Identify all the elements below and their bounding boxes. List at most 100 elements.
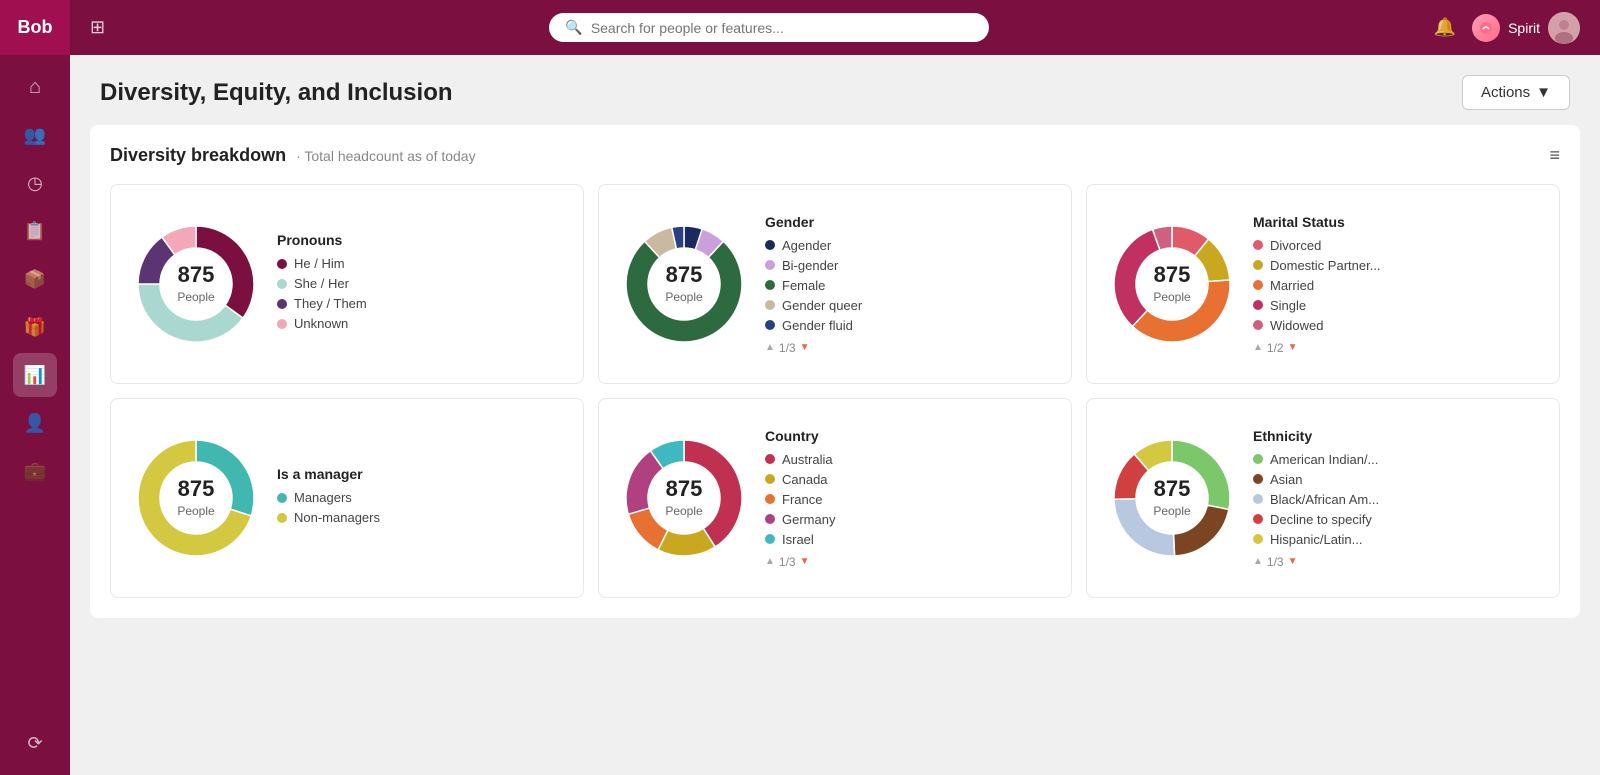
legend-item: Domestic Partner... [1253,258,1539,273]
chart-legend: Marital Status Divorced Domestic Partner… [1253,214,1539,355]
legend-item: He / Him [277,256,563,271]
donut-container: 875 People [131,219,261,349]
legend-item: Single [1253,298,1539,313]
donut-label: People [177,504,214,518]
legend-label: Black/African Am... [1270,492,1379,507]
apps-grid-icon[interactable]: ⊞ [90,17,105,38]
legend-label: Domestic Partner... [1270,258,1381,273]
legend-label: Hispanic/Latin... [1270,532,1363,547]
legend-item: Agender [765,238,1051,253]
chart-card-pronouns: 875 People Pronouns He / Him She / Her T… [110,184,584,384]
legend-label: Single [1270,298,1306,313]
next-page-icon[interactable]: ▼ [1288,342,1298,353]
legend-label: Unknown [294,316,348,331]
filter-icon[interactable]: ≡ [1549,145,1560,166]
donut-number: 875 [665,476,702,502]
pagination-row: ▲ 1/3 ▼ [765,341,1051,355]
legend-dot [765,320,775,330]
legend-item: She / Her [277,276,563,291]
legend-label: American Indian/... [1270,452,1378,467]
donut-center: 875 People [665,262,702,306]
next-page-icon[interactable]: ▼ [800,342,810,353]
sidebar-item-tasks[interactable]: 📦 [13,257,57,301]
donut-container: 875 People [131,433,261,563]
sidebar-item-docs[interactable]: 📋 [13,209,57,253]
pagination-label: 1/3 [779,555,796,569]
legend-dot [765,240,775,250]
legend-label: Bi-gender [782,258,838,273]
donut-container: 875 People [1107,433,1237,563]
legend-label: Female [782,278,825,293]
next-page-icon[interactable]: ▼ [1288,556,1298,567]
next-page-icon[interactable]: ▼ [800,556,810,567]
legend-dot [277,493,287,503]
legend-label: Managers [294,490,352,505]
app-logo[interactable]: Bob [0,0,70,55]
card-title: Diversity breakdown [110,145,286,166]
user-avatar[interactable] [1548,12,1580,44]
legend-item: Canada [765,472,1051,487]
page-title: Diversity, Equity, and Inclusion [100,79,453,107]
legend-item: Gender queer [765,298,1051,313]
legend-dot [1253,534,1263,544]
search-input[interactable] [591,20,974,36]
legend-item: Managers [277,490,563,505]
prev-page-icon[interactable]: ▲ [765,556,775,567]
sidebar-item-refresh[interactable]: ⟳ [13,721,57,765]
legend-dot [277,513,287,523]
legend-title: Gender [765,214,1051,230]
legend-item: Australia [765,452,1051,467]
search-box[interactable]: 🔍 [549,13,989,42]
legend-dot [1253,280,1263,290]
donut-center: 875 People [665,476,702,520]
sidebar-item-briefcase[interactable]: 💼 [13,449,57,493]
donut-center: 875 People [1153,476,1190,520]
legend-label: Divorced [1270,238,1321,253]
legend-item: Married [1253,278,1539,293]
legend-label: He / Him [294,256,345,271]
sidebar-item-rewards[interactable]: 🎁 [13,305,57,349]
chevron-down-icon: ▼ [1536,84,1551,101]
charts-grid: 875 People Pronouns He / Him She / Her T… [110,184,1560,598]
page-content: Diversity, Equity, and Inclusion Actions… [70,55,1600,775]
donut-center: 875 People [1153,262,1190,306]
chart-legend: Pronouns He / Him She / Her They / Them … [277,232,563,336]
chart-legend: Is a manager Managers Non-managers [277,466,563,530]
bottom-spacer [70,638,1600,678]
legend-dot [765,494,775,504]
legend-dot [277,319,287,329]
notification-bell-icon[interactable]: 🔔 [1434,17,1456,38]
legend-dot [1253,474,1263,484]
legend-label: Widowed [1270,318,1323,333]
legend-label: They / Them [294,296,367,311]
legend-label: Germany [782,512,835,527]
prev-page-icon[interactable]: ▲ [1253,342,1263,353]
user-profile[interactable]: Spirit [1472,12,1580,44]
search-area: 🔍 [125,13,1414,42]
sidebar-item-analytics[interactable]: 📊 [13,353,57,397]
user-name-label: Spirit [1508,20,1540,36]
sidebar-item-profile[interactable]: 👤 [13,401,57,445]
card-title-area: Diversity breakdown · Total headcount as… [110,145,476,166]
sidebar-item-people[interactable]: 👥 [13,113,57,157]
legend-dot [765,454,775,464]
legend-item: They / Them [277,296,563,311]
legend-title: Ethnicity [1253,428,1539,444]
prev-page-icon[interactable]: ▲ [765,342,775,353]
legend-item: Non-managers [277,510,563,525]
legend-item: Hispanic/Latin... [1253,532,1539,547]
sidebar-item-home[interactable]: ⌂ [13,65,57,109]
legend-title: Country [765,428,1051,444]
legend-dot [765,474,775,484]
legend-item: Israel [765,532,1051,547]
sidebar-item-time[interactable]: ◷ [13,161,57,205]
legend-label: Agender [782,238,831,253]
actions-button[interactable]: Actions ▼ [1462,75,1570,110]
legend-item: Widowed [1253,318,1539,333]
chart-card-marital_status: 875 People Marital Status Divorced Domes… [1086,184,1560,384]
pagination-row: ▲ 1/2 ▼ [1253,341,1539,355]
legend-label: Married [1270,278,1314,293]
donut-number: 875 [665,262,702,288]
prev-page-icon[interactable]: ▲ [1253,556,1263,567]
donut-number: 875 [177,476,214,502]
